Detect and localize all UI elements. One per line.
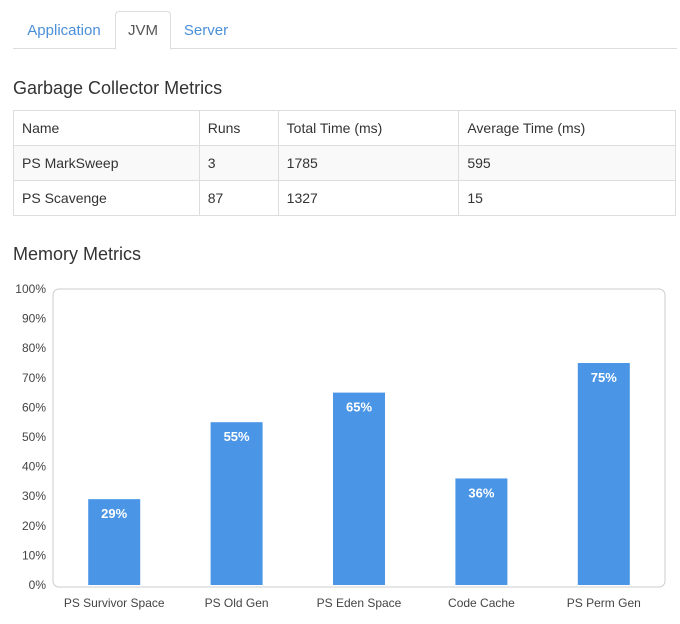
- table-cell: 87: [198, 180, 279, 216]
- bar[interactable]: [333, 392, 385, 585]
- y-tick-label: 90%: [22, 312, 46, 326]
- column-header-total-time: Total Time (ms): [277, 110, 460, 146]
- tab-server[interactable]: Server: [171, 11, 241, 49]
- table-cell: 3: [198, 145, 279, 181]
- bar-data-label: 75%: [591, 370, 617, 385]
- tab-application[interactable]: Application: [13, 11, 115, 49]
- bar[interactable]: [577, 363, 630, 585]
- y-tick-label: 50%: [22, 430, 46, 444]
- y-tick-label: 0%: [29, 578, 47, 592]
- y-tick-label: 60%: [22, 400, 46, 414]
- bar-data-label: 55%: [224, 429, 250, 444]
- bar-data-label: 29%: [101, 506, 127, 521]
- y-tick-label: 40%: [22, 460, 46, 474]
- column-header-runs: Runs: [198, 110, 279, 146]
- table-cell: 595: [458, 145, 676, 181]
- x-tick-label: PS Survivor Space: [64, 596, 165, 610]
- table-row: PS Scavenge 87 1327 15: [13, 180, 676, 216]
- table-cell: 1327: [277, 180, 460, 216]
- tab-bar: Application JVM Server: [13, 11, 677, 50]
- y-tick-label: 80%: [22, 341, 46, 355]
- table-row: PS MarkSweep 3 1785 595: [13, 145, 676, 181]
- y-tick-label: 20%: [22, 519, 46, 533]
- x-tick-label: Code Cache: [448, 596, 515, 610]
- table-cell: PS MarkSweep: [13, 145, 200, 181]
- bar[interactable]: [210, 422, 263, 585]
- memory-bar-chart: 0% 10% 20% 30% 40% 50% 60% 70% 80% 90% 100% 29% 55%…: [15, 282, 666, 610]
- gc-metrics-title: Garbage Collector Metrics: [13, 78, 223, 98]
- gc-metrics-table: Name Runs Total Time (ms) Average Time (…: [13, 110, 676, 216]
- bar-data-label: 65%: [346, 400, 372, 415]
- tab-jvm[interactable]: JVM: [115, 11, 171, 50]
- x-tick-label: PS Old Gen: [205, 596, 269, 610]
- table-cell: 15: [458, 180, 676, 216]
- x-tick-label: PS Perm Gen: [567, 596, 641, 610]
- memory-metrics-title: Memory Metrics: [13, 244, 142, 264]
- y-tick-label: 30%: [22, 489, 46, 503]
- table-header-row: Name Runs Total Time (ms) Average Time (…: [13, 110, 676, 146]
- x-tick-label: PS Eden Space: [317, 596, 402, 610]
- table-cell: 1785: [277, 145, 460, 181]
- y-tick-label: 10%: [22, 548, 46, 562]
- column-header-name: Name: [13, 110, 200, 146]
- bar-data-label: 36%: [468, 485, 494, 500]
- y-tick-label: 70%: [22, 371, 46, 385]
- table-cell: PS Scavenge: [13, 180, 200, 216]
- y-tick-label: 100%: [15, 282, 46, 296]
- column-header-average-time: Average Time (ms): [458, 110, 676, 146]
